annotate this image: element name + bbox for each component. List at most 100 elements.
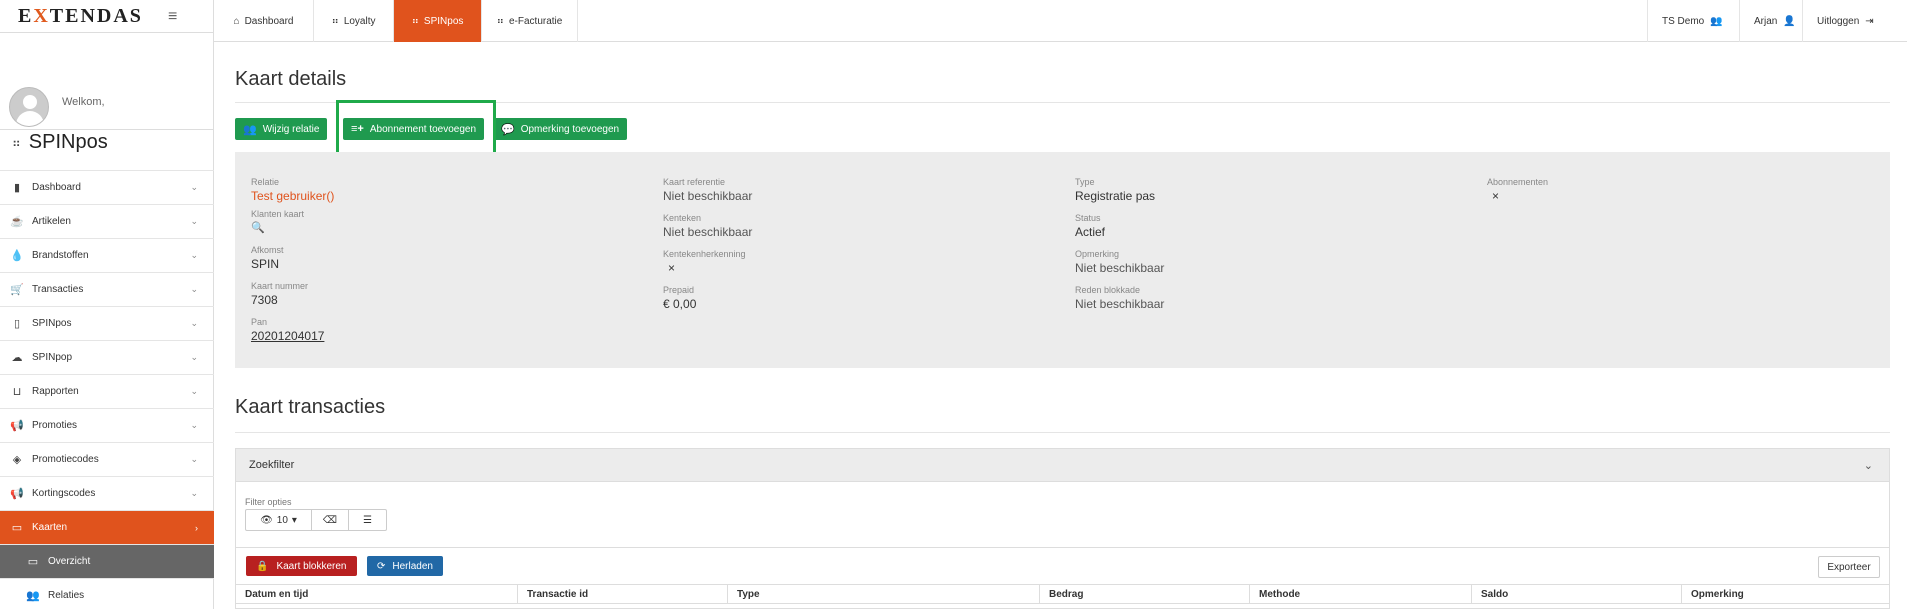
sidebar-item-label: Promotiecodes xyxy=(32,454,99,465)
columns-button[interactable]: ☰ xyxy=(349,510,386,530)
field-value: 7308 xyxy=(251,293,278,307)
field-status: Status Actief xyxy=(1075,213,1105,239)
chevron-down-icon: ⌄ xyxy=(190,386,198,396)
search-filter-body: Filter opties 👁 10 ▾ ⌫ ☰ xyxy=(235,482,1890,548)
sidebar-item-dashboard[interactable]: ▮ Dashboard ⌄ xyxy=(0,170,214,204)
page-size-select[interactable]: 👁 10 ▾ xyxy=(246,510,312,530)
field-value: Niet beschikbaar xyxy=(1075,297,1165,311)
sidebar-item-artikelen[interactable]: ☕ Artikelen ⌄ xyxy=(0,204,214,238)
tab-label: Dashboard xyxy=(244,15,294,27)
grid-icon: ⠶ xyxy=(12,135,21,150)
field-value: Niet beschikbaar xyxy=(1075,261,1165,275)
logout-label: Uitloggen xyxy=(1817,15,1860,27)
basket-icon: ⊔ xyxy=(12,386,22,398)
sidebar-item-label: Promoties xyxy=(32,420,78,431)
user-name: Arjan xyxy=(1754,15,1778,27)
logout-button[interactable]: Uitloggen ⇥ xyxy=(1802,0,1907,42)
sidebar-item-brandstoffen[interactable]: 💧 Brandstoffen ⌄ xyxy=(0,238,214,272)
caret-down-icon: ▾ xyxy=(291,514,297,526)
tab-e-facturatie[interactable]: ⠶ e-Facturatie xyxy=(482,0,578,42)
block-card-button[interactable]: 🔒 Kaart blokkeren xyxy=(246,556,357,576)
welcome-text: Welkom, xyxy=(62,96,105,108)
sidebar-item-relaties[interactable]: 👥 Relaties xyxy=(0,578,214,609)
transactions-title: Kaart transacties xyxy=(235,396,386,418)
pan-link[interactable]: 20201204017 xyxy=(251,329,324,343)
chevron-down-icon: ⌄ xyxy=(190,250,198,260)
export-button[interactable]: Exporteer xyxy=(1818,556,1880,578)
column-header[interactable]: Transactie id xyxy=(518,585,728,603)
field-value: Niet beschikbaar xyxy=(663,189,753,203)
relatie-link[interactable]: Test gebruiker() xyxy=(251,189,334,203)
logo-text-left: E xyxy=(18,4,34,27)
field-abonnementen: Abonnementen × xyxy=(1487,177,1548,203)
mobile-icon: ▯ xyxy=(13,318,21,330)
field-pan: Pan 20201204017 xyxy=(251,317,324,343)
reload-button[interactable]: ⟳ Herladen xyxy=(367,556,443,576)
field-afkomst: Afkomst SPIN xyxy=(251,245,284,271)
sidebar: EXTENDAS ≡ Welkom, ⠶ SPINpos ▮ Dashboard ⌄… xyxy=(0,0,214,609)
sidebar-item-overzicht[interactable]: ▭ Overzicht xyxy=(0,544,214,578)
column-header[interactable]: Bedrag xyxy=(1040,585,1250,603)
field-value: € 0,00 xyxy=(663,297,697,311)
column-header[interactable]: Datum en tijd xyxy=(236,585,518,603)
field-label: Relatie xyxy=(251,177,280,187)
sidebar-item-promoties[interactable]: 📢 Promoties ⌄ xyxy=(0,408,214,442)
page-title: Kaart details xyxy=(235,68,347,90)
user-menu[interactable]: Arjan 👤 xyxy=(1739,0,1802,42)
field-label: Kaart referentie xyxy=(663,177,726,187)
tab-spinpos[interactable]: ⠶ SPINpos xyxy=(394,0,482,42)
field-klantenkaart: Klanten kaart 🔍 xyxy=(251,209,304,234)
tab-label: SPINpos xyxy=(423,15,464,27)
avatar xyxy=(9,87,49,127)
field-value: SPIN xyxy=(251,257,280,271)
chevron-down-icon: ⌄ xyxy=(190,284,198,294)
sidebar-item-promotiecodes[interactable]: ◈ Promotiecodes ⌄ xyxy=(0,442,214,476)
module-title-text: SPINpos xyxy=(28,131,108,153)
field-reden-blokkade: Reden blokkade Niet beschikbaar xyxy=(1075,285,1164,311)
button-label: Herladen xyxy=(392,560,433,572)
sidebar-item-transacties[interactable]: 🛒 Transacties ⌄ xyxy=(0,272,214,306)
chevron-down-icon: ⌄ xyxy=(190,216,198,226)
column-header[interactable]: Type xyxy=(728,585,1040,603)
sidebar-item-label: Rapporten xyxy=(32,386,79,397)
field-label: Pan xyxy=(251,317,268,327)
field-label: Kenteken xyxy=(663,213,702,223)
eraser-button[interactable]: ⌫ xyxy=(312,510,349,530)
search-icon[interactable]: 🔍 xyxy=(251,221,304,234)
column-header[interactable]: Saldo xyxy=(1472,585,1682,603)
brand-logo[interactable]: EXTENDAS xyxy=(18,5,143,28)
logo-text-right: TENDAS xyxy=(49,4,143,27)
tab-dashboard[interactable]: ⌂ Dashboard xyxy=(214,0,314,42)
sidebar-item-kaarten[interactable]: ▭ Kaarten › xyxy=(0,510,214,544)
chevron-down-icon: ⌄ xyxy=(190,182,198,192)
search-filter-header[interactable]: Zoekfilter ⌄ xyxy=(235,448,1890,482)
sidebar-item-kortingscodes[interactable]: 📢 Kortingscodes ⌄ xyxy=(0,476,214,510)
tab-loyalty[interactable]: ⠶ Loyalty xyxy=(314,0,394,42)
sidebar-item-label: Transacties xyxy=(32,284,84,295)
sidebar-item-label: SPINpos xyxy=(32,318,72,329)
coffee-cup-icon: ☕ xyxy=(10,216,24,228)
grid-icon: ⠶ xyxy=(411,15,419,27)
menu-toggle-icon[interactable]: ≡ xyxy=(168,8,177,26)
sidebar-item-spinpop[interactable]: ☁ SPINpop ⌄ xyxy=(0,340,214,374)
field-label: Klanten kaart xyxy=(251,209,305,219)
column-header[interactable]: Opmerking xyxy=(1682,585,1889,603)
sidebar-item-spinpos[interactable]: ▯ SPINpos ⌄ xyxy=(0,306,214,340)
topbar: ⌂ Dashboard ⠶ Loyalty ⠶ SPINpos ⠶ e-Facturat… xyxy=(214,0,1907,42)
sidebar-item-label: Kortingscodes xyxy=(32,488,96,499)
chevron-down-icon: ⌄ xyxy=(190,318,198,328)
org-switcher[interactable]: TS Demo 👥 xyxy=(1647,0,1739,42)
sidebar-item-rapporten[interactable]: ⊔ Rapporten ⌄ xyxy=(0,374,214,408)
field-label: Type xyxy=(1075,177,1095,187)
sidebar-item-label: Dashboard xyxy=(32,182,81,193)
chevron-down-icon[interactable]: ⌄ xyxy=(1864,459,1873,472)
field-kaartnummer: Kaart nummer 7308 xyxy=(251,281,308,307)
column-header[interactable]: Methode xyxy=(1250,585,1472,603)
users-icon: 👥 xyxy=(26,590,40,602)
field-label: Prepaid xyxy=(663,285,695,295)
add-remark-button[interactable]: 💬 Opmerking toevoegen xyxy=(493,118,628,140)
tab-label: e-Facturatie xyxy=(508,15,563,27)
fuel-drop-icon: 💧 xyxy=(10,250,24,262)
button-label: Wijzig relatie xyxy=(262,123,320,135)
edit-relation-button[interactable]: 👥 Wijzig relatie xyxy=(235,118,328,140)
